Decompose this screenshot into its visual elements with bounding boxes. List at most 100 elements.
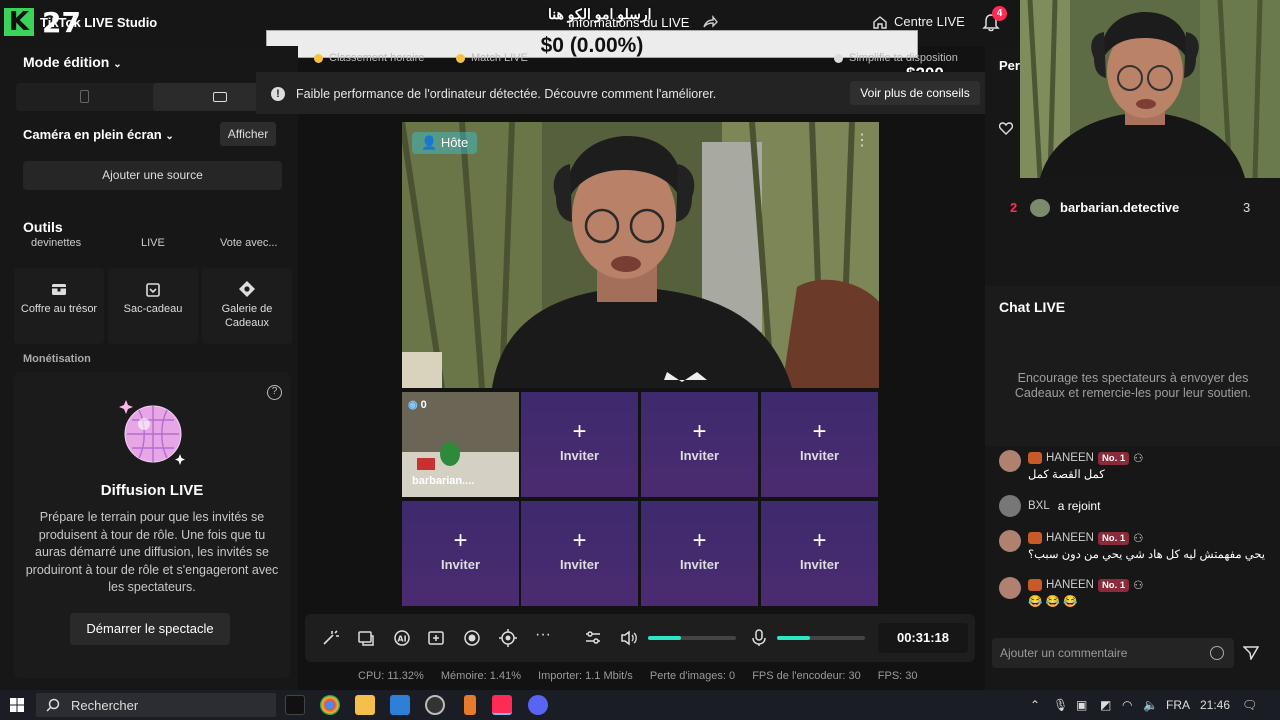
volume-icon[interactable]: 🔈 [1143, 698, 1158, 712]
invite-slot[interactable]: + Inviter [641, 501, 758, 606]
ranking-row[interactable]: 2 barbarian.detective 3 [1010, 199, 1260, 217]
app-root: TikTok LIVE Studio K 27 Informations du … [0, 0, 1280, 720]
host-badge: 👤 Hôte [412, 132, 478, 154]
chat-username: HANEEN [1046, 579, 1094, 591]
performance-stats: CPU: 11.32% Mémoire: 1.41% Importer: 1.1… [358, 670, 932, 682]
guest-slot-1[interactable]: ◉ 0 barbarian.... [402, 392, 519, 497]
microphone-app-icon[interactable] [464, 695, 476, 715]
invite-slot[interactable]: + Inviter [402, 501, 519, 606]
invite-label: Inviter [559, 448, 599, 463]
chat-text: يحي مفهمتش ليه كل هاد شي يحي من دون سبب؟ [1028, 549, 1266, 561]
portrait-option[interactable] [16, 83, 152, 111]
speaker-icon[interactable] [620, 629, 638, 647]
tool-label-cut[interactable]: devinettes [31, 237, 81, 249]
microphone-tray-icon[interactable]: 🎙 [1053, 698, 1068, 712]
send-icon[interactable] [1243, 646, 1259, 660]
microphone-icon[interactable] [750, 629, 768, 647]
avatar [999, 577, 1021, 599]
heart-icon[interactable] [999, 122, 1013, 135]
plus-icon: + [692, 527, 707, 554]
start-show-button[interactable]: Démarrer le spectacle [70, 613, 230, 645]
phone-portrait-icon [80, 90, 89, 103]
help-icon[interactable]: ? [267, 385, 282, 400]
frame-loss-stat: Perte d'images: 0 [649, 670, 736, 682]
magic-wand-icon[interactable] [321, 629, 339, 647]
target-icon[interactable] [499, 629, 517, 647]
chrome-icon[interactable] [320, 695, 340, 715]
host-video[interactable]: 👤 Hôte ⋮ [402, 122, 879, 388]
invite-slot[interactable]: + Inviter [761, 501, 878, 606]
more-options-icon[interactable]: ⋮ [854, 130, 870, 150]
taskbar-search[interactable]: Rechercher [36, 693, 276, 717]
file-explorer-icon[interactable] [355, 695, 375, 715]
speaker-volume-slider[interactable] [648, 636, 736, 640]
tool-gift-bag[interactable]: Sac-cadeau [108, 268, 198, 344]
clock[interactable]: 21:46 [1200, 698, 1230, 712]
centre-live-button[interactable]: Centre LIVE [872, 14, 965, 29]
invite-label: Inviter [799, 557, 839, 572]
tab-simplify-layout[interactable]: Simplifie ta disposition [834, 52, 958, 64]
wifi-icon[interactable]: ◠ [1122, 698, 1132, 712]
chevron-up-icon[interactable]: ⌃ [1030, 698, 1040, 712]
overlay-count: 27 [42, 6, 81, 39]
plus-icon: + [453, 527, 468, 554]
show-button[interactable]: Afficher [220, 122, 276, 146]
invite-label: Inviter [440, 557, 480, 572]
camera-tray-icon[interactable]: ▣ [1076, 698, 1087, 712]
mode-edition-dropdown[interactable]: Mode édition ⌄ [23, 54, 122, 70]
windows-start-icon[interactable] [10, 698, 24, 712]
screen-share-icon[interactable] [357, 629, 375, 647]
comment-input[interactable]: Ajouter un commentaire [992, 638, 1234, 668]
live-timer: 00:31:18 [878, 623, 968, 653]
store-icon[interactable] [390, 695, 410, 715]
settings-sliders-icon[interactable] [584, 629, 602, 647]
obs-icon[interactable] [425, 695, 445, 715]
discord-icon[interactable] [528, 695, 548, 715]
home-icon [873, 15, 887, 29]
tab-hourly-ranking[interactable]: Classement horaire [314, 52, 424, 64]
see-more-tips-button[interactable]: Voir plus de conseils [850, 81, 980, 105]
tool-label-cut[interactable]: LIVE [141, 237, 165, 249]
rank-badge: No. 1 [1097, 578, 1130, 592]
layout-icon[interactable] [427, 629, 445, 647]
monetisation-heading: Monétisation [23, 353, 91, 365]
language-indicator[interactable]: FRA [1166, 698, 1190, 712]
person-icon: ⚇ [1133, 580, 1144, 592]
tab-label: Match LIVE [471, 52, 528, 64]
tab-match-live[interactable]: Match LIVE [456, 52, 528, 64]
ai-effect-icon[interactable]: AI [393, 629, 411, 647]
chat-username: BXL [1028, 500, 1050, 512]
tiktok-live-studio-icon[interactable] [492, 695, 512, 715]
share-icon[interactable] [702, 14, 718, 30]
notification-badge: 4 [992, 6, 1007, 21]
rank-score: 3 [1243, 200, 1251, 215]
tool-label-cut[interactable]: Vote avec... [220, 237, 277, 249]
diffusion-live-card: ? Diffusion LIVE Prépare le terrain pour… [14, 372, 290, 678]
diffusion-title: Diffusion LIVE [100, 482, 204, 499]
guest-viewer-count: ◉ 0 [408, 398, 427, 411]
k-logo: K [4, 8, 34, 36]
more-icon[interactable]: ··· [535, 626, 551, 644]
fan-badge-icon [1028, 579, 1042, 591]
gift-bag-icon [146, 283, 160, 297]
invite-slot[interactable]: + Inviter [761, 392, 878, 497]
record-icon[interactable] [463, 629, 481, 647]
fps-stat: FPS: 30 [877, 670, 918, 682]
emoji-icon[interactable] [1210, 646, 1224, 660]
invite-slot[interactable]: + Inviter [641, 392, 758, 497]
mic-volume-slider[interactable] [777, 636, 865, 640]
gpu-tray-icon[interactable]: ◩ [1100, 698, 1111, 712]
gift-gallery-icon [239, 281, 255, 297]
tool-gift-gallery[interactable]: Galerie de Cadeaux [202, 268, 292, 344]
camera-source-dropdown[interactable]: Caméra en plein écran ⌄ [23, 127, 174, 142]
invite-slot[interactable]: + Inviter [521, 501, 638, 606]
taskbar-app-icon[interactable] [285, 695, 305, 715]
plus-icon: + [572, 527, 587, 554]
tool-label: Galerie de Cadeaux [221, 303, 273, 329]
rank-username: barbarian.detective [1060, 200, 1180, 215]
tool-treasure-chest[interactable]: Coffre au trésor [14, 268, 104, 344]
add-source-button[interactable]: Ajouter une source [23, 161, 282, 190]
invite-slot[interactable]: + Inviter [521, 392, 638, 497]
notification-center-icon[interactable]: 🗨 [1242, 698, 1257, 712]
chat-text: كمل القصة كمل [1028, 469, 1105, 481]
